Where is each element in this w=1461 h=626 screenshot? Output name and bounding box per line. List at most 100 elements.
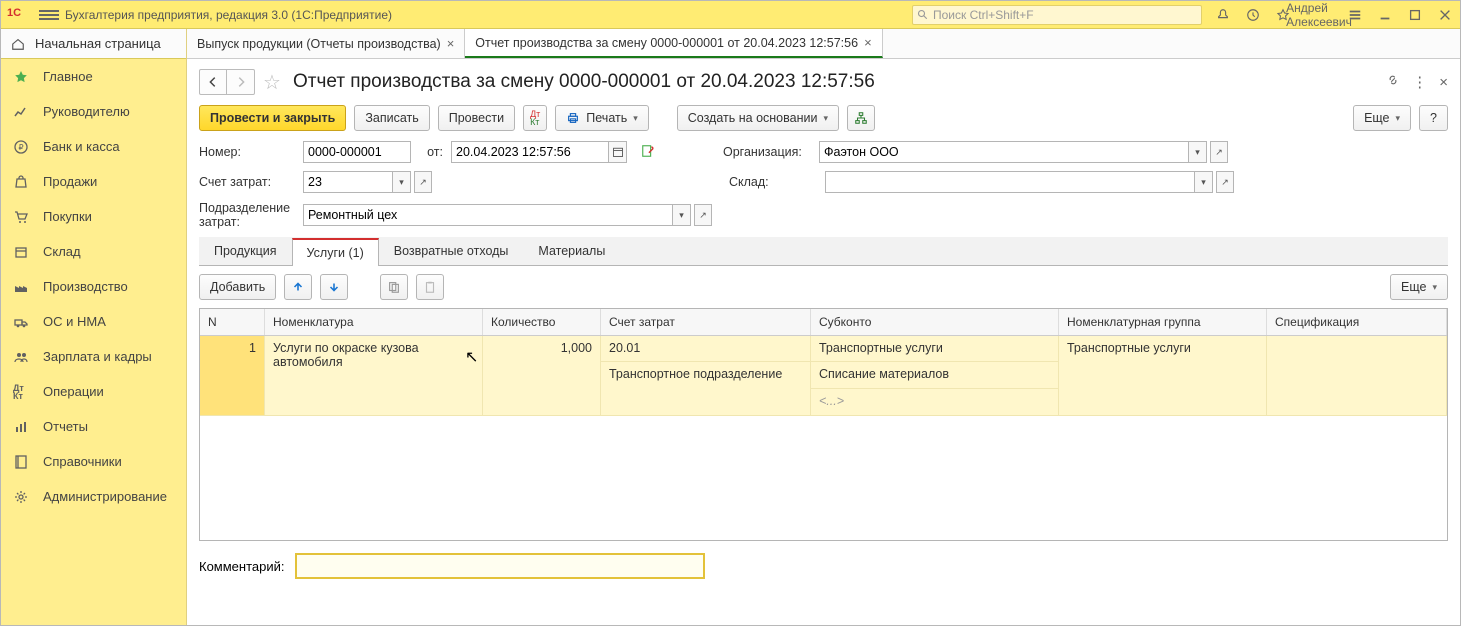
close-page-icon[interactable]: × — [1439, 74, 1448, 91]
cost-acc-input[interactable]: 23 — [303, 171, 393, 193]
nav-back-button[interactable] — [199, 69, 227, 95]
search-input[interactable]: Поиск Ctrl+Shift+F — [912, 5, 1202, 25]
warehouse-dropdown-button[interactable]: ▾ — [1195, 171, 1213, 193]
dtkt-icon: ДтКт — [13, 384, 29, 400]
copy-button[interactable] — [380, 274, 408, 300]
document-tabs: Выпуск продукции (Отчеты производства)× … — [187, 29, 1460, 59]
sidebar-item-sales[interactable]: Продажи — [1, 164, 186, 199]
sidebar-item-main[interactable]: Главное — [1, 59, 186, 94]
factory-icon — [13, 279, 29, 295]
help-button[interactable]: ? — [1419, 105, 1448, 131]
warehouse-open-button[interactable]: ↗ — [1216, 171, 1234, 193]
close-icon[interactable]: × — [447, 36, 455, 51]
comment-input[interactable] — [295, 553, 705, 579]
col-subconto[interactable]: Субконто — [811, 309, 1059, 335]
cell-n[interactable]: 1 — [200, 336, 265, 416]
grid-more-button[interactable]: Еще▾ — [1390, 274, 1448, 300]
number-label: Номер: — [199, 145, 295, 159]
create-based-button[interactable]: Создать на основании▾ — [677, 105, 839, 131]
services-grid: N Номенклатура Количество Счет затрат Су… — [199, 308, 1448, 541]
nav-forward-button[interactable] — [227, 69, 255, 95]
sidebar-item-hr[interactable]: Зарплата и кадры — [1, 339, 186, 374]
sidebar-item-reports[interactable]: Отчеты — [1, 409, 186, 444]
sidebar-item-purchases[interactable]: Покупки — [1, 199, 186, 234]
cell-sub2[interactable]: Списание материалов — [811, 362, 1059, 389]
history-icon[interactable] — [1244, 6, 1262, 24]
maximize-icon[interactable] — [1406, 6, 1424, 24]
move-down-button[interactable] — [320, 274, 348, 300]
dept-input[interactable]: Ремонтный цех — [303, 204, 673, 226]
dtab-services[interactable]: Услуги (1) — [292, 238, 379, 266]
cost-acc-dropdown-button[interactable]: ▾ — [393, 171, 411, 193]
dtab-products[interactable]: Продукция — [199, 237, 292, 265]
menu-burger-icon[interactable] — [39, 5, 59, 25]
dept-dropdown-button[interactable]: ▾ — [673, 204, 691, 226]
sidebar-item-manager[interactable]: Руководителю — [1, 94, 186, 129]
cell-sub1[interactable]: Транспортные услуги — [811, 336, 1059, 362]
col-nom-group[interactable]: Номенклатурная группа — [1059, 309, 1267, 335]
star-fill-icon — [13, 69, 29, 85]
org-input[interactable]: Фаэтон ООО — [819, 141, 1189, 163]
table-row[interactable]: 1 Услуги по окраске кузова автомобиля 1,… — [200, 336, 1447, 416]
post-button[interactable]: Провести — [438, 105, 515, 131]
sidebar-item-bank[interactable]: ₽Банк и касса — [1, 129, 186, 164]
date-input[interactable]: 20.04.2023 12:57:56 — [451, 141, 609, 163]
org-open-button[interactable]: ↗ — [1210, 141, 1228, 163]
search-icon — [917, 9, 929, 21]
dept-open-button[interactable]: ↗ — [694, 204, 712, 226]
sidebar-item-production[interactable]: Производство — [1, 269, 186, 304]
bell-icon[interactable] — [1214, 6, 1232, 24]
number-input[interactable]: 0000-000001 — [303, 141, 411, 163]
comment-label: Комментарий: — [199, 559, 285, 574]
more-button[interactable]: Еще▾ — [1353, 105, 1411, 131]
org-dropdown-button[interactable]: ▾ — [1189, 141, 1207, 163]
main: Выпуск продукции (Отчеты производства)× … — [187, 29, 1460, 625]
col-n[interactable]: N — [200, 309, 265, 335]
dtab-materials[interactable]: Материалы — [523, 237, 620, 265]
status-icon[interactable] — [641, 144, 655, 161]
warehouse-input[interactable] — [825, 171, 1195, 193]
col-spec[interactable]: Спецификация — [1267, 309, 1447, 335]
post-and-close-button[interactable]: Провести и закрыть — [199, 105, 346, 131]
close-window-icon[interactable] — [1436, 6, 1454, 24]
col-nomenclature[interactable]: Номенклатура — [265, 309, 483, 335]
cost-acc-label: Счет затрат: — [199, 175, 295, 189]
col-quantity[interactable]: Количество — [483, 309, 601, 335]
col-cost-account[interactable]: Счет затрат — [601, 309, 811, 335]
sidebar-item-operations[interactable]: ДтКтОперации — [1, 374, 186, 409]
cell-quantity[interactable]: 1,000 — [483, 336, 601, 416]
home-link[interactable]: Начальная страница — [1, 29, 186, 59]
cell-dept[interactable]: Транспортное подразделение — [601, 362, 811, 416]
cell-sub3[interactable]: <...> — [811, 389, 1059, 416]
cell-acc[interactable]: 20.01 — [601, 336, 811, 362]
sidebar-item-catalogs[interactable]: Справочники — [1, 444, 186, 479]
user-label[interactable]: Андрей Алексеевич — [1310, 6, 1328, 24]
cell-spec[interactable] — [1267, 336, 1447, 416]
sidebar-item-admin[interactable]: Администрирование — [1, 479, 186, 514]
sidebar-item-warehouse[interactable]: Склад — [1, 234, 186, 269]
minimize-icon[interactable] — [1376, 6, 1394, 24]
print-button[interactable]: Печать▾ — [555, 105, 648, 131]
more-vertical-icon[interactable]: ⋮ — [1412, 73, 1427, 91]
cell-nomenclature[interactable]: Услуги по окраске кузова автомобиля — [265, 336, 483, 416]
calendar-button[interactable] — [609, 141, 627, 163]
move-up-button[interactable] — [284, 274, 312, 300]
close-icon[interactable]: × — [864, 35, 872, 50]
user-menu-icon[interactable] — [1346, 6, 1364, 24]
dtab-returns[interactable]: Возвратные отходы — [379, 237, 524, 265]
cell-nom-group[interactable]: Транспортные услуги — [1059, 336, 1267, 416]
tab-production-report-doc[interactable]: Отчет производства за смену 0000-000001 … — [465, 29, 882, 58]
cost-acc-open-button[interactable]: ↗ — [414, 171, 432, 193]
tab-production-reports[interactable]: Выпуск продукции (Отчеты производства)× — [187, 29, 465, 58]
add-row-button[interactable]: Добавить — [199, 274, 276, 300]
dtkt-button[interactable]: ДтКт — [523, 105, 547, 131]
sidebar: Начальная страница Главное Руководителю … — [1, 29, 187, 625]
paste-button[interactable] — [416, 274, 444, 300]
link-icon[interactable] — [1386, 73, 1400, 91]
favorite-star-icon[interactable]: ☆ — [263, 70, 285, 95]
org-label: Организация: — [723, 145, 811, 159]
sidebar-item-assets[interactable]: ОС и НМА — [1, 304, 186, 339]
copy-icon — [387, 280, 401, 294]
write-button[interactable]: Записать — [354, 105, 429, 131]
related-docs-button[interactable] — [847, 105, 875, 131]
